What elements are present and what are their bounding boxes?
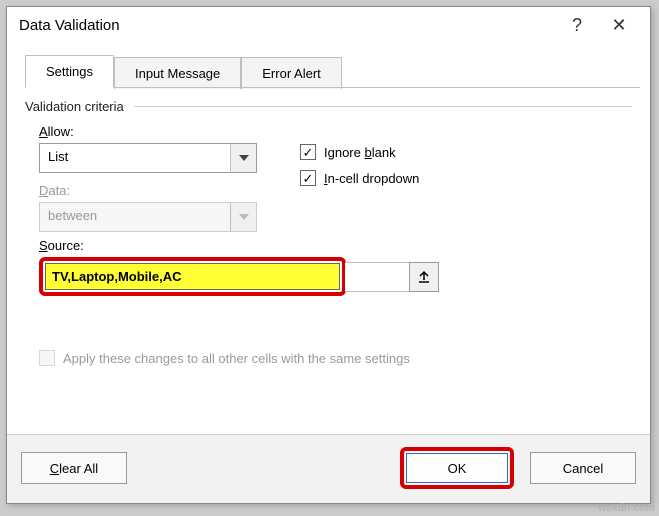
- chevron-down-icon: [239, 155, 249, 161]
- watermark: wsxdn.com: [598, 502, 655, 514]
- allow-label: Allow:: [39, 124, 284, 139]
- data-combo-drop: [230, 203, 256, 231]
- tab-error-alert[interactable]: Error Alert: [241, 57, 342, 89]
- checkbox-unchecked-icon: [39, 350, 55, 366]
- legend-rule: [134, 106, 632, 107]
- source-field-extension: [345, 262, 409, 292]
- allow-combo-value: List: [40, 144, 230, 172]
- source-label: Source:: [39, 238, 632, 253]
- ignore-blank-label: Ignore blank: [324, 145, 396, 160]
- allow-label-accel: A: [39, 124, 48, 139]
- ok-button[interactable]: OK: [406, 453, 508, 483]
- ignore-blank-checkbox[interactable]: ✓ Ignore blank: [300, 144, 419, 160]
- range-picker-button[interactable]: [409, 262, 439, 292]
- apply-changes-checkbox: Apply these changes to all other cells w…: [39, 350, 632, 366]
- close-button[interactable]: ✕: [598, 13, 640, 37]
- data-combo: between: [39, 202, 257, 232]
- validation-criteria-legend: Validation criteria: [25, 99, 632, 114]
- tab-strip: Settings Input Message Error Alert: [7, 55, 650, 88]
- dialog-body: Validation criteria Allow: List Data:: [7, 89, 650, 434]
- checkbox-checked-icon: ✓: [300, 144, 316, 160]
- clear-all-button[interactable]: Clear All: [21, 452, 127, 484]
- help-button[interactable]: ?: [556, 13, 598, 37]
- data-label-rest: ata:: [48, 183, 70, 198]
- collapse-dialog-icon: [417, 270, 431, 284]
- incell-dropdown-checkbox[interactable]: ✓ In-cell dropdown: [300, 170, 419, 186]
- allow-label-rest: llow:: [48, 124, 74, 139]
- data-label: Data:: [39, 183, 284, 198]
- dialog-footer: Clear All OK Cancel: [7, 434, 650, 503]
- legend-text: Validation criteria: [25, 99, 124, 114]
- titlebar: Data Validation ? ✕: [7, 7, 650, 41]
- allow-combo-drop[interactable]: [230, 144, 256, 172]
- tab-settings[interactable]: Settings: [25, 55, 114, 88]
- chevron-down-icon: [239, 214, 249, 220]
- apply-changes-label: Apply these changes to all other cells w…: [63, 351, 410, 366]
- dialog-title: Data Validation: [19, 17, 556, 34]
- checkbox-checked-icon: ✓: [300, 170, 316, 186]
- incell-dropdown-label: In-cell dropdown: [324, 171, 419, 186]
- source-highlight-box: [39, 257, 346, 296]
- data-combo-value: between: [40, 203, 230, 231]
- tab-underline: [25, 87, 640, 88]
- allow-combo[interactable]: List: [39, 143, 257, 173]
- data-validation-dialog: Data Validation ? ✕ Settings Input Messa…: [6, 6, 651, 504]
- data-label-accel: D: [39, 183, 48, 198]
- source-input[interactable]: [45, 263, 340, 290]
- ok-button-highlight: OK: [400, 447, 514, 489]
- cancel-button[interactable]: Cancel: [530, 452, 636, 484]
- tab-input-message[interactable]: Input Message: [114, 57, 241, 89]
- source-label-accel: S: [39, 238, 48, 253]
- source-label-rest: ource:: [48, 238, 84, 253]
